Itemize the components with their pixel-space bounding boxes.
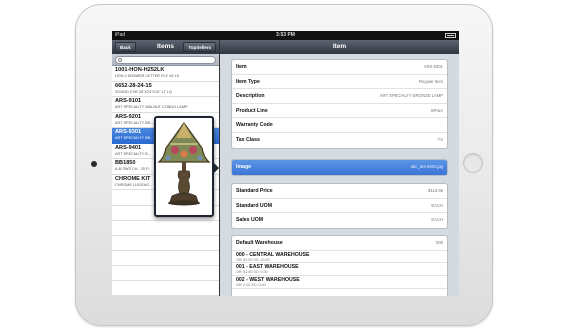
- item-title: 1001-HON-H252LK: [115, 67, 165, 73]
- warehouse-row[interactable]: 001 - EAST WAREHOUSE OH: 81.00 SO: 0.00: [232, 263, 447, 276]
- field-value: abc_ars-9301.jpg: [410, 164, 443, 169]
- item-title: 6652-28-24-15: [115, 82, 152, 89]
- item-title: ARS-9101: [115, 98, 142, 104]
- item-subtitle: ART SPECIALTY WALNUT CONDO LAMP: [115, 105, 188, 109]
- list-item[interactable]: 1001-HON-H252LK HON 2 DRAWER LETTER FLE W…: [112, 66, 219, 82]
- field-label: Tax Class: [236, 136, 260, 143]
- field-row-description[interactable]: Description ART SPECIALTY BRONZE LAMP: [232, 89, 447, 104]
- search-input[interactable]: [115, 56, 216, 64]
- field-label: Image: [236, 164, 251, 170]
- item-subtitle: HON 2 DRAWER LETTER FLE W/ LK: [115, 74, 180, 78]
- image-group: Image abc_ars-9301.jpg: [231, 159, 448, 176]
- field-row-image[interactable]: Image abc_ars-9301.jpg: [232, 160, 447, 175]
- list-item[interactable]: 6652-28-24-15 SOUND CVR 28"X24"X15" LT LQ: [112, 81, 219, 97]
- warehouse-stock: OH: 81.00 SO: 0.00: [236, 270, 268, 275]
- field-value: TX: [437, 136, 443, 142]
- detail-title: Item: [332, 43, 347, 50]
- camera-icon: [91, 161, 97, 167]
- field-label: Product Line: [236, 107, 268, 114]
- warehouse-row[interactable]: 000 - CENTRAL WAREHOUSE OH: 81.00 SO: 20.…: [232, 251, 447, 264]
- warehouse-stock: OH: 81.00 SO: 20.00: [236, 257, 270, 262]
- status-time: 3:53 PM: [276, 32, 295, 38]
- warehouse-stock: OH: 0.00 SO: 0.00: [236, 282, 266, 287]
- top-sellers-button[interactable]: TopSellers: [183, 42, 216, 52]
- home-button[interactable]: [463, 153, 483, 173]
- popover-arrow: [213, 162, 219, 174]
- master-nav-bar: Back Items TopSellers: [112, 40, 219, 54]
- item-subtitle: SOUND CVR 28"X24"X15" LT LQ: [115, 89, 172, 94]
- field-label: Standard Price: [236, 188, 273, 194]
- detail-nav-bar: Item: [220, 40, 459, 54]
- field-label: Item: [236, 64, 247, 70]
- field-row-product-line[interactable]: Product Line WF&A: [232, 104, 447, 119]
- field-row-item-type[interactable]: Item Type Regular Item: [232, 75, 447, 90]
- status-bar: iPad 3:53 PM: [112, 31, 459, 40]
- field-row-item[interactable]: Item ARS-9301: [232, 60, 447, 75]
- image-popover[interactable]: [154, 116, 219, 217]
- field-value: EACH: [431, 217, 443, 223]
- field-value: 000: [436, 240, 443, 245]
- field-label: Item Type: [236, 78, 260, 85]
- field-label: Warranty Code: [236, 122, 273, 129]
- detail-pane: Item Item ARS-9301 Item Type Regular Item …: [220, 40, 459, 296]
- battery-icon: [445, 33, 456, 38]
- field-value: Regular Item: [419, 78, 443, 84]
- tiffany-lamp-image: [157, 121, 211, 206]
- search-icon: [118, 58, 122, 62]
- field-value: ART SPECIALTY BRONZE LAMP: [379, 93, 443, 99]
- ipad-screen: iPad 3:53 PM Back Items TopSellers 1001-…: [112, 31, 459, 296]
- field-row-sales-uom[interactable]: Sales UOM EACH: [232, 213, 447, 228]
- field-value: WF&A: [430, 107, 443, 113]
- field-label: Standard UOM: [236, 202, 273, 209]
- field-value: EACH: [431, 202, 443, 208]
- warehouse-row[interactable]: 002 - WEST WAREHOUSE OH: 0.00 SO: 0.00: [232, 276, 447, 289]
- item-info-group: Item ARS-9301 Item Type Regular Item Descr…: [231, 59, 448, 149]
- field-label: Default Warehouse: [236, 240, 283, 246]
- warehouse-group: Default Warehouse 000 000 - CENTRAL WAREH…: [231, 235, 448, 296]
- field-row-standard-price[interactable]: Standard Price $119.95: [232, 184, 447, 199]
- master-title: Items: [157, 43, 174, 50]
- back-button[interactable]: Back: [115, 42, 136, 52]
- field-row-tax-class[interactable]: Tax Class TX: [232, 133, 447, 148]
- field-row-standard-uom[interactable]: Standard UOM EACH: [232, 199, 447, 214]
- field-label: Description: [236, 93, 265, 100]
- field-label: Sales UOM: [236, 217, 264, 224]
- list-item[interactable]: ARS-9101 ART SPECIALTY WALNUT CONDO LAMP: [112, 97, 219, 113]
- field-row-default-warehouse[interactable]: Default Warehouse 000: [232, 236, 447, 251]
- field-row-warranty-code[interactable]: Warranty Code: [232, 118, 447, 133]
- field-value: ARS-9301: [423, 64, 443, 69]
- field-value: $119.95: [428, 188, 443, 193]
- search-bar: [112, 54, 219, 66]
- pricing-group: Standard Price $119.95 Standard UOM EACH S…: [231, 183, 448, 229]
